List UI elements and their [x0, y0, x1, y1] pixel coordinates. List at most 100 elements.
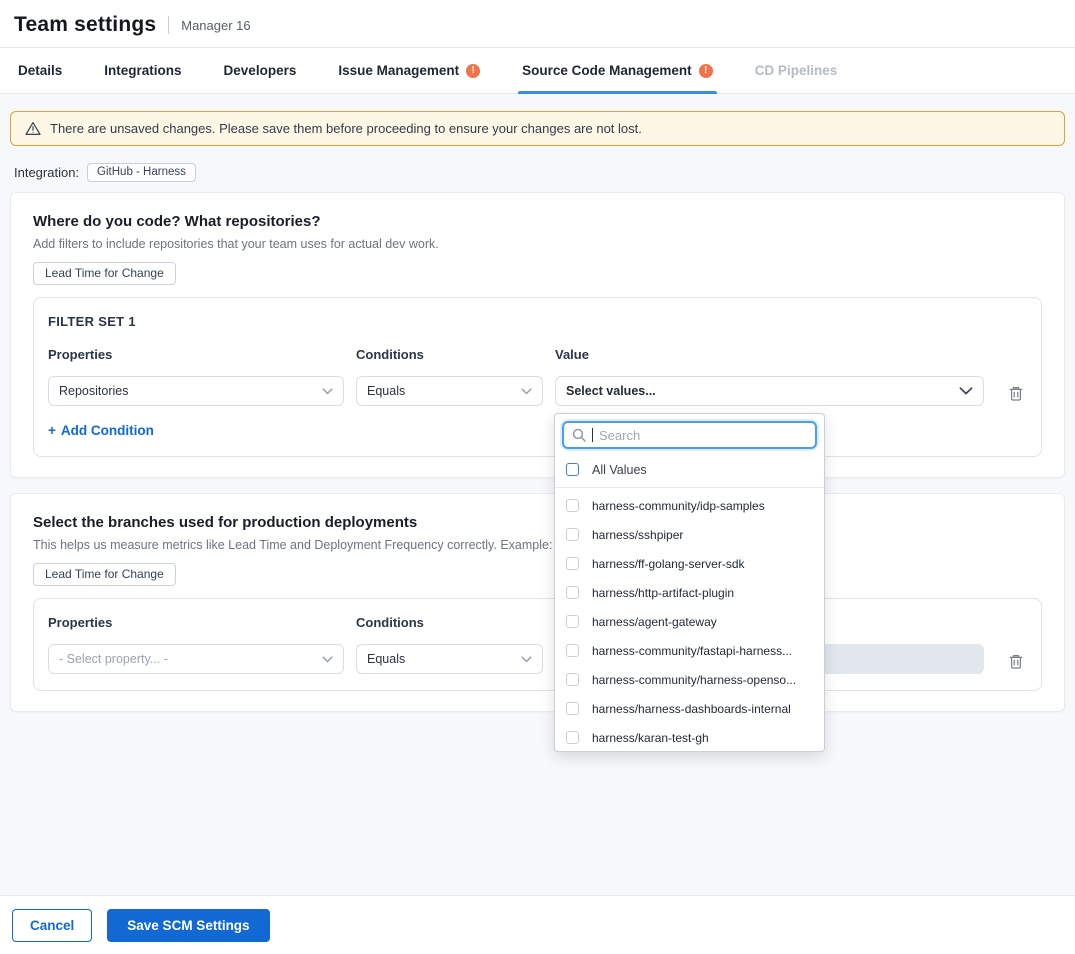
repo-label: harness-community/idp-samples [592, 499, 765, 513]
title-separator [168, 16, 169, 34]
search-placeholder: Search [599, 428, 640, 443]
option-repo[interactable]: harness/agent-gateway [555, 607, 824, 636]
trash-icon [1008, 653, 1024, 670]
delete-filter-button[interactable] [1006, 651, 1026, 672]
property-select[interactable]: - Select property... - [48, 644, 344, 674]
option-repo[interactable]: harness-community/fastapi-harness... [555, 636, 824, 665]
repo-label: harness/sshpiper [592, 528, 683, 542]
unsaved-changes-banner: There are unsaved changes. Please save t… [10, 111, 1065, 146]
option-repo[interactable]: harness/sshpiper [555, 520, 824, 549]
tab-details[interactable]: Details [18, 48, 62, 93]
chevron-down-icon [959, 387, 973, 395]
team-settings-page: Team settings Manager 16 Details Integra… [0, 0, 1075, 954]
option-repo[interactable]: harness/http-artifact-plugin [555, 578, 824, 607]
filter-set-1-box: FILTER SET 1 Properties Conditions Value… [33, 297, 1042, 457]
condition-select[interactable]: Equals [356, 644, 543, 674]
filter-row: - Select property... - Equals [48, 644, 1027, 674]
values-dropdown-panel: Search All Values harness-community/idp-… [554, 413, 825, 752]
value-multiselect[interactable]: Select values... [555, 376, 984, 406]
team-name-label: Manager 16 [181, 18, 250, 33]
property-select[interactable]: Repositories [48, 376, 344, 406]
filter-column-headers: Properties Conditions Value [48, 347, 1027, 362]
chevron-down-icon [521, 388, 532, 395]
filter-column-headers: Properties Conditions [48, 615, 1027, 630]
trash-icon [1008, 385, 1024, 402]
condition-select-value: Equals [367, 384, 405, 398]
integration-label: Integration: [14, 165, 79, 180]
tab-cd-pipelines: CD Pipelines [755, 48, 838, 93]
text-cursor [592, 428, 593, 442]
value-header: Value [555, 347, 984, 362]
lead-time-chip: Lead Time for Change [33, 262, 176, 285]
checkbox-repo[interactable] [566, 731, 579, 744]
page-header: Team settings Manager 16 Details Integra… [0, 0, 1075, 94]
checkbox-repo[interactable] [566, 615, 579, 628]
tab-source-code-management[interactable]: Source Code Management ! [522, 48, 713, 93]
filter-set-1-label: FILTER SET 1 [48, 314, 1027, 329]
branches-card-title: Select the branches used for production … [33, 514, 1042, 531]
save-scm-settings-button[interactable]: Save SCM Settings [107, 909, 269, 942]
conditions-header: Conditions [356, 347, 543, 362]
title-row: Team settings Manager 16 [0, 0, 1075, 47]
chevron-down-icon [521, 656, 532, 663]
cancel-button[interactable]: Cancel [12, 909, 92, 942]
add-condition-button[interactable]: + Add Condition [48, 423, 154, 438]
repo-label: harness/karan-test-gh [592, 731, 709, 745]
page-title: Team settings [14, 13, 156, 37]
option-all-values[interactable]: All Values [555, 454, 824, 485]
chevron-down-icon [322, 388, 333, 395]
checkbox-repo[interactable] [566, 586, 579, 599]
tab-developers[interactable]: Developers [224, 48, 297, 93]
checkbox-repo[interactable] [566, 557, 579, 570]
tab-issue-management[interactable]: Issue Management ! [338, 48, 480, 93]
warning-triangle-icon [25, 121, 41, 136]
checkbox-repo[interactable] [566, 528, 579, 541]
condition-select-value: Equals [367, 652, 405, 666]
search-icon [572, 428, 586, 442]
option-repo[interactable]: harness-community/harness-openso... [555, 665, 824, 694]
option-repo[interactable]: harness/ff-golang-server-sdk [555, 549, 824, 578]
branches-card-subtitle: This helps us measure metrics like Lead … [33, 538, 1042, 552]
condition-select[interactable]: Equals [356, 376, 543, 406]
integration-row: Integration: GitHub - Harness [14, 163, 1061, 182]
repo-label: harness-community/fastapi-harness... [592, 644, 792, 658]
footer-bar: Cancel Save SCM Settings [0, 895, 1075, 954]
repositories-card: Where do you code? What repositories? Ad… [10, 192, 1065, 478]
lead-time-chip: Lead Time for Change [33, 563, 176, 586]
properties-header: Properties [48, 615, 344, 630]
repo-label: harness/ff-golang-server-sdk [592, 557, 745, 571]
property-select-placeholder: - Select property... - [59, 652, 168, 666]
integration-chip[interactable]: GitHub - Harness [87, 163, 196, 182]
option-repo[interactable]: harness/karan-test-gh [555, 723, 824, 752]
tab-developers-label: Developers [224, 63, 297, 78]
repositories-card-title: Where do you code? What repositories? [33, 213, 1042, 230]
tab-bar: Details Integrations Developers Issue Ma… [0, 47, 1075, 94]
panel-divider [555, 487, 824, 488]
checkbox-repo[interactable] [566, 702, 579, 715]
tab-source-code-management-label: Source Code Management [522, 63, 692, 78]
tab-details-label: Details [18, 63, 62, 78]
properties-header: Properties [48, 347, 344, 362]
warning-badge-icon: ! [699, 64, 713, 78]
repo-label: harness/harness-dashboards-internal [592, 702, 791, 716]
dropdown-search-input[interactable]: Search [562, 421, 817, 449]
branches-card: Select the branches used for production … [10, 493, 1065, 712]
delete-filter-button[interactable] [1006, 383, 1026, 404]
tab-integrations-label: Integrations [104, 63, 181, 78]
conditions-header: Conditions [356, 615, 543, 630]
repo-label: harness-community/harness-openso... [592, 673, 796, 687]
tab-integrations[interactable]: Integrations [104, 48, 181, 93]
checkbox-repo[interactable] [566, 644, 579, 657]
option-repo[interactable]: harness-community/idp-samples [555, 491, 824, 520]
tab-issue-management-label: Issue Management [338, 63, 459, 78]
checkbox-all-values[interactable] [566, 463, 579, 476]
content-area: There are unsaved changes. Please save t… [0, 94, 1075, 895]
banner-text: There are unsaved changes. Please save t… [50, 121, 642, 136]
option-repo[interactable]: harness/harness-dashboards-internal [555, 694, 824, 723]
checkbox-repo[interactable] [566, 499, 579, 512]
branches-filter-box: Properties Conditions - Select property.… [33, 598, 1042, 691]
repo-label: harness/http-artifact-plugin [592, 586, 734, 600]
value-multiselect-placeholder: Select values... [566, 384, 656, 398]
checkbox-repo[interactable] [566, 673, 579, 686]
property-select-value: Repositories [59, 384, 128, 398]
